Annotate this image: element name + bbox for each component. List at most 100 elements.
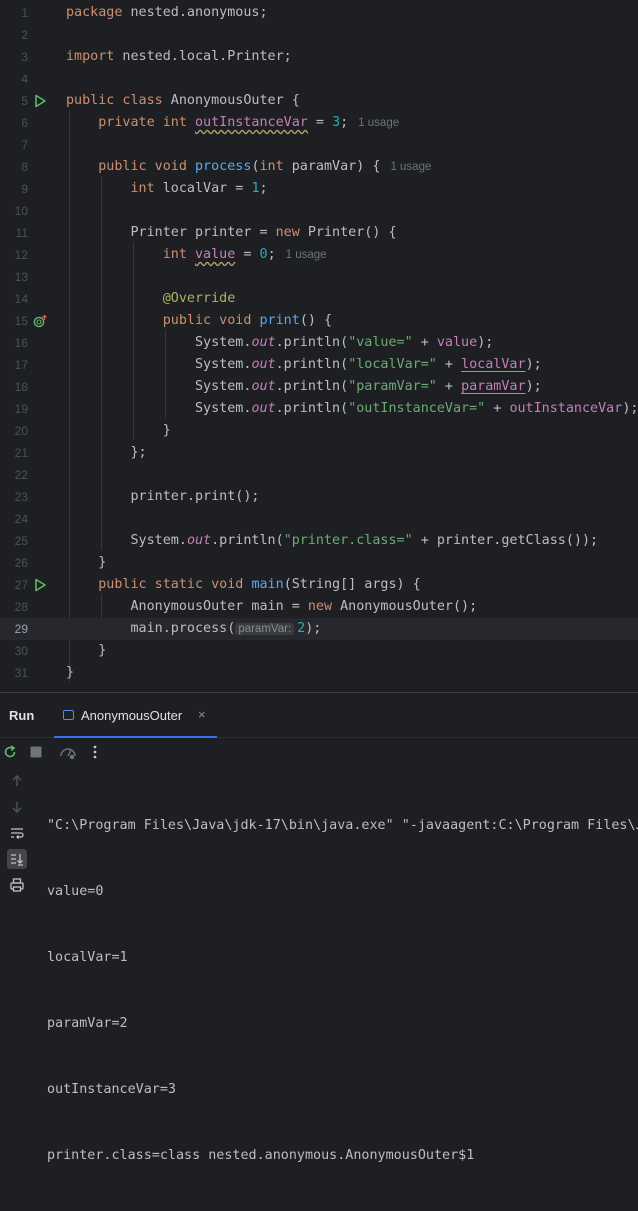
code-line[interactable]: 31 }	[0, 662, 638, 684]
line-number: 27	[14, 578, 28, 592]
code-line[interactable]: 18 System.out.println("paramVar=" + para…	[0, 376, 638, 398]
code-text: Printer printer = new Printer() {	[130, 225, 397, 240]
code-text: System.out.println("printer.class=" + pr…	[130, 533, 599, 548]
line-number: 14	[14, 292, 28, 306]
code-text: public static void main(String[] args) {	[98, 577, 421, 592]
code-text: main.process(paramVar: 2);	[130, 621, 322, 636]
code-line[interactable]: 26 }	[0, 552, 638, 574]
line-number: 18	[14, 380, 28, 394]
code-line[interactable]: 23 printer.print();	[0, 486, 638, 508]
usage-hint[interactable]: 1 usage	[358, 117, 399, 129]
close-icon[interactable]: ×	[198, 707, 206, 722]
code-line[interactable]: 2	[0, 24, 638, 46]
code-line[interactable]: 19 System.out.println("outInstanceVar=" …	[0, 398, 638, 420]
code-line[interactable]: 30 }	[0, 640, 638, 662]
code-line[interactable]: 17 System.out.println("localVar=" + loca…	[0, 354, 638, 376]
code-line[interactable]: 28 AnonymousOuter main = new AnonymousOu…	[0, 596, 638, 618]
run-config-tab[interactable]: AnonymousOuter ×	[54, 693, 217, 738]
line-number: 4	[21, 72, 28, 86]
code-text: System.out.println("localVar=" + localVa…	[195, 357, 542, 372]
line-number: 17	[14, 358, 28, 372]
line-number: 31	[14, 666, 28, 680]
line-number: 20	[14, 424, 28, 438]
usage-hint[interactable]: 1 usage	[390, 161, 431, 173]
code-line[interactable]: 11 Printer printer = new Printer() {	[0, 222, 638, 244]
line-number: 2	[21, 28, 28, 42]
code-text: }	[98, 643, 107, 658]
line-number: 5	[21, 94, 28, 108]
code-text: package nested.anonymous;	[66, 5, 268, 20]
profiler-icon[interactable]	[59, 743, 77, 761]
code-line[interactable]: 20 }	[0, 420, 638, 442]
console-side-toolbar	[0, 767, 36, 906]
code-line[interactable]: 14 @Override	[0, 288, 638, 310]
code-line[interactable]: 3 import nested.local.Printer;	[0, 46, 638, 68]
code-editor[interactable]: 1 package nested.anonymous; 2 3 import n…	[0, 0, 638, 692]
run-tool-window: Run AnonymousOuter × "C:\Program Files\J…	[0, 692, 638, 1163]
code-text: };	[130, 445, 147, 460]
code-line[interactable]: 24	[0, 508, 638, 530]
line-number: 3	[21, 50, 28, 64]
more-options-icon[interactable]	[86, 743, 104, 761]
code-line[interactable]: 15 O public void print() {	[0, 310, 638, 332]
line-number: 13	[14, 270, 28, 284]
line-number: 9	[21, 182, 28, 196]
override-gutter-icon[interactable]: O	[33, 314, 47, 328]
console-output[interactable]: "C:\Program Files\Java\jdk-17\bin\java.e…	[47, 771, 638, 1211]
line-number: 21	[14, 446, 28, 460]
code-text: import nested.local.Printer;	[66, 49, 292, 64]
console-line: paramVar=2	[47, 1016, 128, 1031]
print-icon[interactable]	[7, 875, 27, 895]
svg-text:O: O	[36, 320, 42, 327]
code-line[interactable]: 6 private int outInstanceVar = 3; 1 usage	[0, 112, 638, 134]
run-toolbar	[0, 737, 638, 767]
line-number: 29	[14, 622, 28, 636]
code-line[interactable]: 16 System.out.println("value=" + value);	[0, 332, 638, 354]
line-number: 8	[21, 160, 28, 174]
code-line[interactable]: 22	[0, 464, 638, 486]
code-line[interactable]: 5 public class AnonymousOuter {	[0, 90, 638, 112]
usage-hint[interactable]: 1 usage	[286, 249, 327, 261]
tab-label: AnonymousOuter	[81, 708, 183, 723]
run-gutter-icon[interactable]	[33, 94, 47, 108]
line-number: 30	[14, 644, 28, 658]
code-line[interactable]: 10	[0, 200, 638, 222]
run-title: Run	[9, 708, 35, 723]
rerun-icon[interactable]	[1, 743, 19, 761]
line-number: 6	[21, 116, 28, 130]
code-text: @Override	[162, 291, 236, 306]
code-text: public class AnonymousOuter {	[66, 93, 300, 108]
run-gutter-icon[interactable]	[33, 578, 47, 592]
code-text: }	[66, 665, 75, 680]
code-line[interactable]: 12 int value = 0; 1 usage	[0, 244, 638, 266]
console-line: value=0	[47, 884, 104, 899]
code-line[interactable]: 8 public void process(int paramVar) {1 u…	[0, 156, 638, 178]
arrow-up-icon[interactable]	[7, 771, 27, 791]
line-number: 23	[14, 490, 28, 504]
soft-wrap-icon[interactable]	[7, 823, 27, 843]
line-number: 16	[14, 336, 28, 350]
code-text: System.out.println("value=" + value);	[195, 335, 494, 350]
line-number: 15	[14, 314, 28, 328]
code-line-current[interactable]: 29 main.process(paramVar: 2);	[0, 618, 638, 640]
code-line[interactable]: 21 };	[0, 442, 638, 464]
console-line: outInstanceVar=3	[47, 1082, 176, 1097]
code-text: int value = 0; 1 usage	[162, 247, 327, 262]
code-text: System.out.println("outInstanceVar=" + o…	[195, 401, 638, 416]
code-text: public void process(int paramVar) {1 usa…	[98, 159, 432, 174]
code-line[interactable]: 25 System.out.println("printer.class=" +…	[0, 530, 638, 552]
code-line[interactable]: 7	[0, 134, 638, 156]
code-line[interactable]: 9 int localVar = 1;	[0, 178, 638, 200]
stop-icon[interactable]	[27, 743, 45, 761]
line-number: 1	[21, 6, 28, 20]
window-icon	[63, 710, 74, 720]
code-text: int localVar = 1;	[130, 181, 268, 196]
code-line[interactable]: 1 package nested.anonymous;	[0, 2, 638, 24]
scroll-to-end-icon[interactable]	[7, 849, 27, 869]
code-line[interactable]: 13	[0, 266, 638, 288]
code-line[interactable]: 27 public static void main(String[] args…	[0, 574, 638, 596]
code-line[interactable]: 4	[0, 68, 638, 90]
code-text: printer.print();	[130, 489, 260, 504]
arrow-down-icon[interactable]	[7, 797, 27, 817]
run-header: Run AnonymousOuter ×	[0, 693, 638, 738]
